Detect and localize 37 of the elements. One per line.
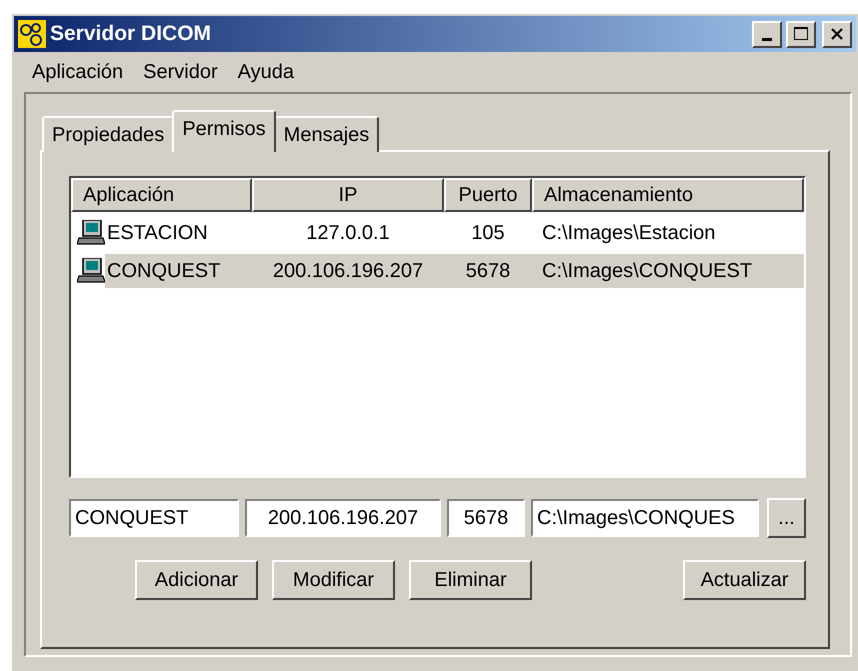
- table-cell[interactable]: C:\Images\Estacion: [532, 216, 804, 250]
- maximize-button[interactable]: [786, 20, 816, 48]
- table-cell[interactable]: 105: [444, 216, 532, 250]
- table-cell[interactable]: 127.0.0.1: [252, 216, 444, 250]
- menu-item[interactable]: Servidor: [133, 60, 228, 84]
- action-button[interactable]: Modificar: [272, 560, 395, 600]
- action-button[interactable]: Eliminar: [409, 560, 532, 600]
- close-icon: [830, 27, 844, 41]
- table-cell[interactable]: ESTACION: [105, 216, 252, 250]
- column-header[interactable]: Aplicación: [71, 178, 252, 212]
- computer-icon: [77, 220, 105, 246]
- action-button[interactable]: Adicionar: [135, 560, 258, 600]
- table-cell[interactable]: C:\Images\CONQUEST: [532, 254, 804, 288]
- text-field[interactable]: 200.106.196.207: [245, 499, 441, 537]
- refresh-button[interactable]: Actualizar: [683, 560, 806, 600]
- minimize-button[interactable]: [752, 20, 782, 48]
- window-title: Servidor DICOM: [50, 22, 212, 46]
- tab[interactable]: Permisos: [172, 110, 276, 152]
- text-field[interactable]: C:\Images\CONQUES: [531, 499, 759, 537]
- text-field[interactable]: CONQUEST: [69, 499, 239, 537]
- tab[interactable]: Mensajes: [274, 116, 380, 152]
- text-field[interactable]: 5678: [447, 499, 525, 537]
- browse-button[interactable]: ...: [767, 498, 806, 538]
- table-cell[interactable]: 200.106.196.207: [252, 254, 444, 288]
- table-cell[interactable]: CONQUEST: [105, 254, 252, 288]
- menu-item[interactable]: Aplicación: [22, 60, 134, 84]
- maximize-icon: [793, 26, 809, 42]
- minimize-icon: [762, 38, 772, 40]
- tab[interactable]: Propiedades: [42, 116, 174, 152]
- close-button[interactable]: [822, 20, 852, 48]
- table-cell[interactable]: 5678: [444, 254, 532, 288]
- app-icon: [18, 20, 46, 48]
- menu-item[interactable]: Ayuda: [228, 60, 304, 84]
- column-header[interactable]: Puerto: [444, 178, 532, 212]
- computer-icon: [77, 258, 105, 284]
- column-header[interactable]: Almacenamiento: [532, 178, 804, 212]
- column-header[interactable]: IP: [252, 178, 444, 212]
